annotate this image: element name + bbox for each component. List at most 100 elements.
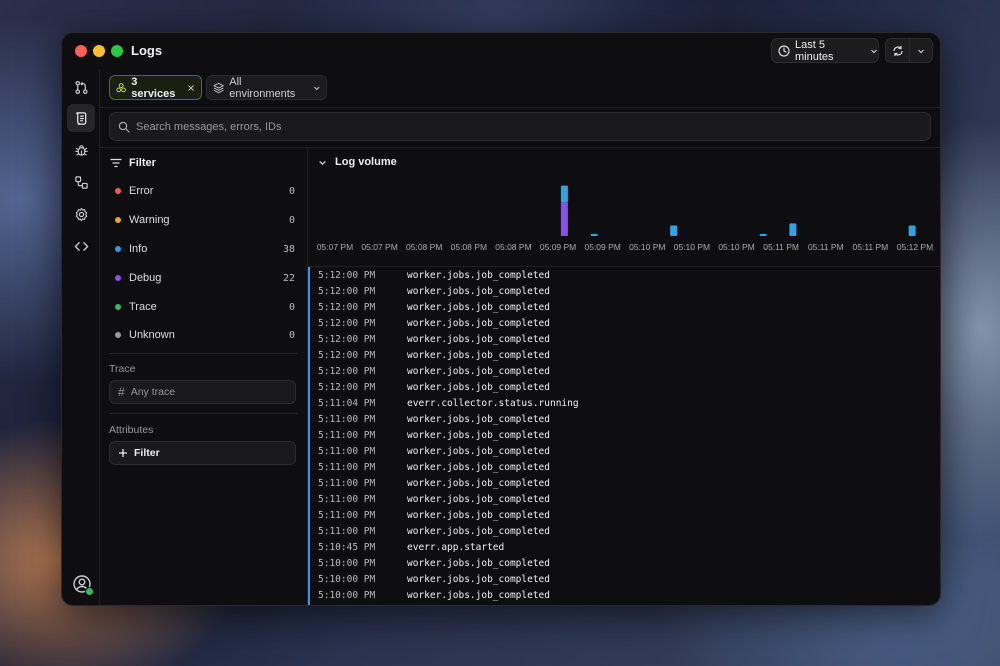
sidebar-item-errors[interactable]: [67, 136, 95, 164]
level-filter-warning[interactable]: Warning 0: [115, 212, 295, 228]
log-row[interactable]: 5:10:00 PMworker.jobs.job_completed: [308, 603, 940, 605]
log-timestamp: 5:11:04 PM: [318, 397, 376, 409]
log-row[interactable]: 5:11:04 PM everr.collector.status.running: [308, 395, 940, 411]
log-row[interactable]: 5:11:00 PM worker.jobs.job_completed: [308, 475, 940, 491]
add-attribute-filter-button[interactable]: Filter: [109, 441, 296, 465]
log-message: worker.jobs.job_completed: [407, 509, 550, 521]
scope-bar: 3 services All environments: [100, 69, 940, 108]
log-level-indicator: [308, 571, 310, 587]
log-row[interactable]: 5:12:00 PM worker.jobs.job_completed: [308, 363, 940, 379]
log-row[interactable]: 5:12:00 PM worker.jobs.job_completed: [308, 331, 940, 347]
level-label: Error: [129, 185, 154, 197]
x-tick-label: 05:10 PM: [718, 242, 754, 252]
log-search-input[interactable]: Search messages, errors, IDs: [109, 112, 931, 141]
level-filter-error[interactable]: Error 0: [115, 183, 295, 199]
log-level-indicator: [308, 283, 310, 299]
volume-bar-info[interactable]: [560, 185, 568, 203]
sidebar-item-workflows[interactable]: [67, 168, 95, 196]
volume-bar-info[interactable]: [590, 233, 598, 236]
log-row[interactable]: 5:11:00 PM worker.jobs.job_completed: [308, 411, 940, 427]
log-row[interactable]: 5:11:00 PM worker.jobs.job_completed: [308, 523, 940, 539]
level-color-dot: [115, 275, 121, 281]
refresh-options-button[interactable]: [910, 39, 932, 62]
sidebar-item-logs[interactable]: [67, 104, 95, 132]
log-message: worker.jobs.job_completed: [407, 461, 550, 473]
level-count: 0: [288, 301, 295, 313]
services-filter-chip[interactable]: 3 services: [109, 75, 202, 100]
level-color-dot: [115, 217, 121, 223]
maximize-window-button[interactable]: [111, 45, 123, 57]
log-row[interactable]: 5:11:00 PM worker.jobs.job_completed: [308, 459, 940, 475]
log-message: everr.collector.status.running: [407, 397, 579, 409]
level-filter-debug[interactable]: Debug 22: [115, 270, 295, 286]
chevron-down-icon: [870, 47, 878, 55]
level-filter-info[interactable]: Info 38: [115, 241, 295, 257]
clear-services-filter-button[interactable]: [187, 84, 195, 92]
log-row[interactable]: 5:12:00 PM worker.jobs.job_completed: [308, 283, 940, 299]
log-message: worker.jobs.job_completed: [407, 477, 550, 489]
log-row[interactable]: 5:12:00 PM worker.jobs.job_completed: [308, 315, 940, 331]
log-timestamp: 5:10:45 PM: [318, 541, 376, 553]
log-row[interactable]: 5:12:00 PM worker.jobs.job_completed: [308, 347, 940, 363]
sidebar-item-settings[interactable]: [67, 200, 95, 228]
user-account-button[interactable]: [71, 573, 94, 596]
x-tick-label: 05:11 PM: [763, 242, 799, 252]
log-row[interactable]: 5:11:00 PM worker.jobs.job_completed: [308, 427, 940, 443]
level-label: Unknown: [129, 329, 175, 341]
log-row[interactable]: 5:11:00 PM worker.jobs.job_completed: [308, 443, 940, 459]
x-tick-label: 05:08 PM: [495, 242, 531, 252]
level-color-dot: [115, 304, 121, 310]
log-timestamp: 5:12:00 PM: [318, 269, 376, 281]
log-row[interactable]: 5:11:00 PM worker.jobs.job_completed: [308, 507, 940, 523]
level-count: 38: [282, 243, 295, 255]
log-message: worker.jobs.job_completed: [407, 493, 550, 505]
logs-window: Logs Last 5 minutes 3 services All envir…: [61, 32, 941, 606]
x-tick-label: 05:11 PM: [808, 242, 844, 252]
log-level-indicator: [308, 363, 310, 379]
log-level-indicator: [308, 299, 310, 315]
volume-bar-info[interactable]: [670, 225, 678, 237]
level-filter-trace[interactable]: Trace 0: [115, 299, 295, 315]
volume-bar-info[interactable]: [908, 225, 916, 237]
log-message: worker.jobs.job_completed: [407, 365, 550, 377]
log-volume-chart: 05:07 PM 05:07 PM 05:08 PM 05:08 PM 05:08 PM…: [317, 185, 933, 252]
log-volume-toggle[interactable]: Log volume: [318, 156, 397, 168]
log-level-indicator: [308, 507, 310, 523]
plus-icon: [119, 449, 127, 457]
log-level-indicator: [308, 379, 310, 395]
trace-input[interactable]: # Any trace: [109, 380, 296, 404]
environments-dropdown[interactable]: All environments: [206, 75, 327, 100]
trace-section-label: Trace: [109, 363, 136, 375]
level-filter-unknown[interactable]: Unknown 0: [115, 327, 295, 343]
log-timestamp: 5:12:00 PM: [318, 381, 376, 393]
sidebar-item-pull-requests[interactable]: [67, 73, 95, 101]
minimize-window-button[interactable]: [93, 45, 105, 57]
refresh-button[interactable]: [886, 39, 909, 62]
level-color-dot: [115, 332, 121, 338]
log-row[interactable]: 5:10:00 PMworker.jobs.job_completed: [308, 587, 940, 603]
close-window-button[interactable]: [75, 45, 87, 57]
log-level-indicator: [308, 395, 310, 411]
log-row[interactable]: 5:12:00 PM worker.jobs.job_completed: [308, 267, 940, 283]
log-row[interactable]: 5:12:00 PM worker.jobs.job_completed: [308, 299, 940, 315]
log-row[interactable]: 5:11:00 PM worker.jobs.job_completed: [308, 491, 940, 507]
sidebar-item-developer[interactable]: [67, 232, 95, 260]
time-range-button[interactable]: Last 5 minutes: [771, 38, 879, 63]
volume-bar-info[interactable]: [789, 223, 797, 236]
volume-bar-debug[interactable]: [560, 202, 568, 236]
layers-icon: [213, 82, 224, 93]
level-label: Warning: [129, 214, 170, 226]
log-row[interactable]: 5:10:45 PM everr.app.started: [308, 539, 940, 555]
log-timestamp: 5:12:00 PM: [318, 333, 376, 345]
chevron-down-icon: [313, 86, 319, 90]
x-tick-label: 05:10 PM: [674, 242, 710, 252]
volume-bar-info[interactable]: [759, 233, 767, 236]
x-tick-label: 05:09 PM: [584, 242, 620, 252]
log-message: everr.app.started: [407, 541, 505, 553]
refresh-controls: [885, 38, 933, 63]
log-row[interactable]: 5:10:00 PMworker.jobs.job_completed: [308, 571, 940, 587]
log-message: worker.jobs.job_completed: [407, 589, 550, 601]
close-icon: [188, 84, 194, 91]
log-row[interactable]: 5:10:00 PMworker.jobs.job_completed: [308, 555, 940, 571]
log-row[interactable]: 5:12:00 PM worker.jobs.job_completed: [308, 379, 940, 395]
